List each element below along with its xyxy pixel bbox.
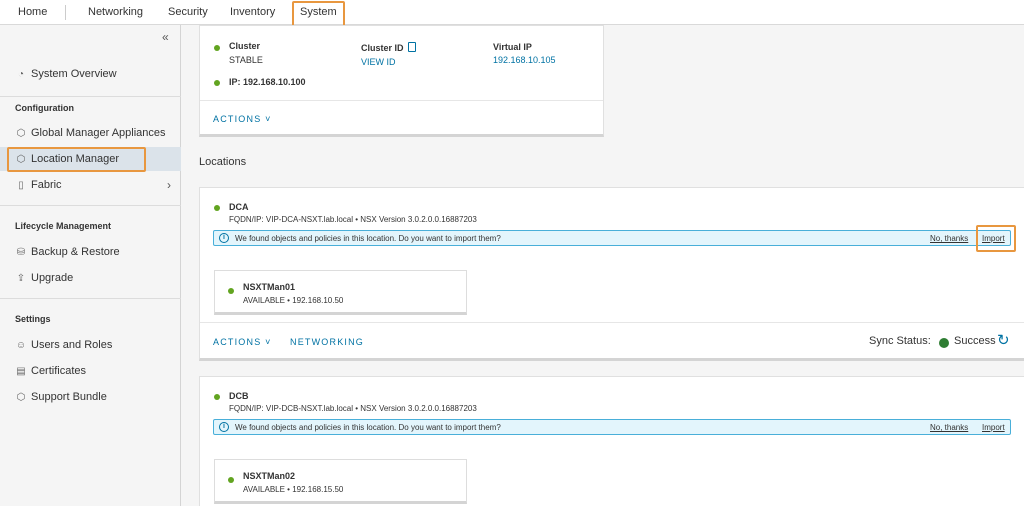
sidebar-item-label: Backup & Restore (31, 246, 120, 258)
tab-inventory[interactable]: Inventory (230, 0, 275, 25)
gauge-icon: ◔ (17, 69, 25, 80)
server-icon: ▯ (18, 180, 24, 191)
sidebar-item-certificates[interactable]: ▤ Certificates (0, 359, 181, 383)
location-status-dot (214, 205, 220, 211)
sidebar-item-backup-restore[interactable]: ⛁ Backup & Restore (0, 240, 181, 264)
sidebar-divider (0, 96, 181, 97)
alert-message: We found objects and policies in this lo… (235, 234, 501, 243)
sidebar-heading-settings: Settings (15, 314, 51, 324)
tab-home[interactable]: Home (18, 0, 47, 25)
sidebar: « ◔ System Overview Configuration ⬡ Global… (0, 25, 181, 506)
sidebar-item-users-roles[interactable]: ☺ Users and Roles (0, 333, 181, 357)
node-status: AVAILABLE • 192.168.10.50 (243, 296, 344, 305)
tab-networking[interactable]: Networking (88, 0, 143, 25)
sidebar-heading-lifecycle: Lifecycle Management (15, 221, 112, 231)
no-thanks-link[interactable]: No, thanks (930, 234, 968, 243)
cube-icon: ⬡ (16, 392, 26, 403)
cluster-actions-button[interactable]: ACTIONS ˅ (213, 114, 272, 124)
location-card-dcb: DCB FQDN/IP: VIP-DCB-NSXT.lab.local • NS… (199, 376, 1024, 506)
upgrade-icon: ⇪ (16, 273, 26, 284)
sidebar-item-label: Global Manager Appliances (31, 127, 166, 139)
cluster-label: Cluster (229, 41, 261, 51)
import-alert: i We found objects and policies in this … (213, 230, 1011, 246)
sidebar-divider (0, 298, 181, 299)
import-link[interactable]: Import (982, 423, 1005, 432)
cluster-status-dot (214, 45, 220, 51)
location-status-dot (214, 394, 220, 400)
sidebar-item-system-overview[interactable]: ◔ System Overview (0, 62, 181, 86)
location-actions-button[interactable]: ACTIONS ˅ (213, 337, 272, 347)
node-name: NSXTMan01 (243, 282, 296, 292)
sidebar-item-label: Upgrade (31, 272, 74, 284)
tab-security[interactable]: Security (168, 0, 208, 25)
cluster-card: Cluster STABLE Cluster ID VIEW ID Virtua… (199, 25, 604, 137)
certificate-icon: ▤ (16, 366, 26, 377)
sidebar-item-fabric[interactable]: ▯ Fabric › (0, 173, 181, 197)
backup-icon: ⛁ (16, 247, 26, 258)
alert-message: We found objects and policies in this lo… (235, 423, 501, 432)
users-icon: ☺ (15, 340, 27, 351)
networking-button[interactable]: NETWORKING (290, 337, 364, 347)
node-name: NSXTMan02 (243, 471, 296, 481)
chevron-right-icon: › (167, 178, 171, 192)
location-card-dca: DCA FQDN/IP: VIP-DCA-NSXT.lab.local • NS… (199, 187, 1024, 361)
sidebar-item-upgrade[interactable]: ⇪ Upgrade (0, 266, 181, 290)
node-card[interactable]: NSXTMan02 AVAILABLE • 192.168.15.50 (214, 459, 467, 504)
nav-separator (65, 5, 66, 20)
location-name: DCA (229, 202, 249, 212)
import-highlight (976, 225, 1016, 252)
system-tab-highlight (292, 1, 345, 27)
cube-icon: ⬡ (16, 128, 26, 139)
location-fqdn: FQDN/IP: VIP-DCA-NSXT.lab.local • NSX Ve… (229, 215, 477, 224)
sidebar-item-support-bundle[interactable]: ⬡ Support Bundle (0, 385, 181, 409)
location-name: DCB (229, 391, 249, 401)
view-id-link[interactable]: VIEW ID (361, 57, 396, 67)
virtual-ip-label: Virtual IP (493, 42, 532, 52)
sidebar-item-label: Certificates (31, 365, 87, 377)
cluster-status: STABLE (229, 55, 263, 65)
sync-success-dot (939, 338, 949, 348)
sync-status-label: Sync Status: (869, 335, 931, 347)
collapse-sidebar-icon[interactable]: « (162, 30, 169, 44)
sidebar-item-label: System Overview (31, 68, 117, 80)
ip-status-dot (214, 80, 220, 86)
node-status-dot (228, 288, 234, 294)
refresh-icon[interactable]: ↻ (997, 331, 1010, 349)
node-status: AVAILABLE • 192.168.15.50 (243, 485, 344, 494)
node-card[interactable]: NSXTMan01 AVAILABLE • 192.168.10.50 (214, 270, 467, 315)
sidebar-heading-configuration: Configuration (15, 103, 74, 113)
location-fqdn: FQDN/IP: VIP-DCB-NSXT.lab.local • NSX Ve… (229, 404, 477, 413)
sidebar-item-label: Fabric (31, 179, 62, 191)
sidebar-divider (0, 205, 181, 206)
import-alert: i We found objects and policies in this … (213, 419, 1011, 435)
node-status-dot (228, 477, 234, 483)
sidebar-item-label: Support Bundle (31, 391, 107, 403)
cluster-ip: IP: 192.168.10.100 (229, 77, 306, 87)
card-divider (200, 100, 603, 101)
info-icon: i (219, 422, 229, 432)
no-thanks-link[interactable]: No, thanks (930, 423, 968, 432)
sync-status-value: Success (954, 335, 996, 347)
info-icon: i (219, 233, 229, 243)
copy-icon[interactable] (408, 42, 416, 52)
top-navigation: Home Networking Security Inventory Syste… (0, 0, 1024, 27)
card-divider (200, 322, 1024, 323)
location-manager-highlight (7, 147, 146, 172)
virtual-ip-value[interactable]: 192.168.10.105 (493, 55, 556, 65)
locations-heading: Locations (199, 156, 247, 168)
sidebar-item-global-manager-appliances[interactable]: ⬡ Global Manager Appliances (0, 121, 181, 145)
sidebar-item-label: Users and Roles (31, 339, 113, 351)
cluster-id-label: Cluster ID (361, 43, 404, 53)
